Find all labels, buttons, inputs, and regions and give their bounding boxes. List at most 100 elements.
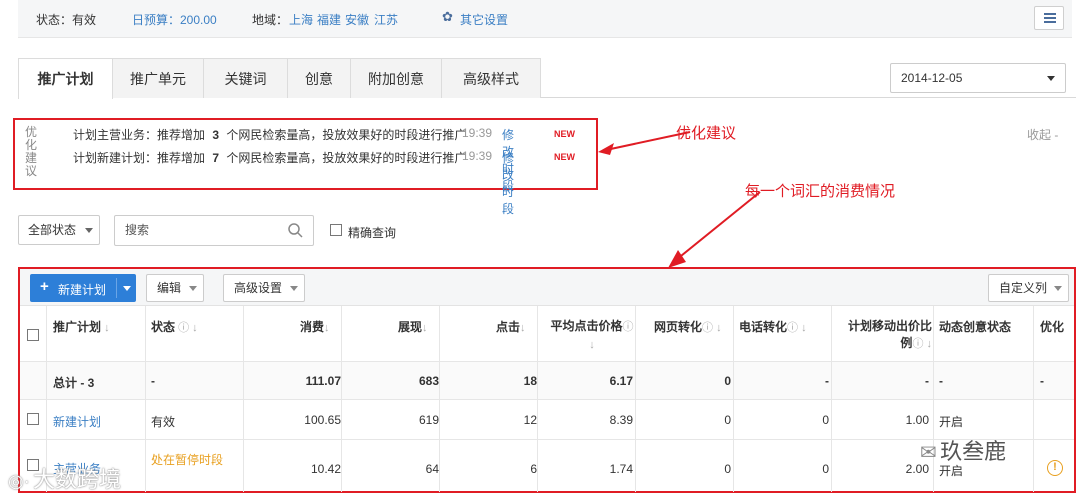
watermark-left: ◎· 大数跨境 bbox=[8, 462, 121, 494]
col-impressions[interactable]: 展现↓ bbox=[398, 318, 428, 335]
plan-dynamic-creative: 开启 bbox=[939, 415, 964, 429]
tab-campaign[interactable]: 推广计划 bbox=[18, 58, 113, 99]
new-plan-button[interactable]: + 新建计划 bbox=[30, 274, 136, 302]
new-badge: NEW bbox=[554, 129, 575, 139]
caret-down-icon bbox=[1054, 286, 1062, 291]
daily-budget[interactable]: 日预算：200.00 bbox=[132, 11, 217, 28]
watermark-logo-icon: ◎· bbox=[8, 471, 30, 491]
annotation-arrow-2 bbox=[668, 191, 761, 268]
table-row: 主营业务 处在暂停时段 10.42 64 6 1.74 0 0 2.00 开启 … bbox=[20, 440, 1074, 492]
suggestion-rest: 个网民检索量高，投放效果好的时段进行推广 bbox=[226, 128, 467, 142]
custom-columns-dropdown[interactable]: 自定义列 bbox=[988, 274, 1069, 302]
row-checkbox[interactable] bbox=[27, 413, 39, 425]
date-select[interactable]: 2014-12-05 bbox=[890, 63, 1066, 93]
caret-down-icon bbox=[85, 228, 93, 233]
suggestion-time: 19:39 bbox=[462, 126, 493, 140]
other-settings-link[interactable]: 其它设置 bbox=[460, 11, 508, 28]
total-dynamic-creative: - bbox=[939, 374, 943, 388]
watermark-left-text: 大数跨境 bbox=[33, 467, 122, 492]
total-impressions: 683 bbox=[418, 374, 439, 388]
advanced-settings-label: 高级设置 bbox=[234, 281, 283, 295]
edit-dropdown[interactable]: 编辑 bbox=[146, 274, 204, 302]
total-optimize: - bbox=[1040, 374, 1044, 388]
col-optimize: 优化 bbox=[1040, 320, 1065, 334]
table-toolbar: + 新建计划 编辑 高级设置 自定义列 bbox=[20, 269, 1074, 306]
plan-status: 状态：有效 bbox=[36, 13, 97, 27]
region-jiangsu[interactable]: 江苏 bbox=[374, 11, 398, 28]
region-anhui[interactable]: 安徽 bbox=[345, 11, 369, 28]
suggestion-row: 计划主营业务：推荐增加 3 个网民检索量高，投放效果好的时段进行推广 19:39… bbox=[73, 126, 575, 193]
col-avg-cpc[interactable]: 平均点击价格ⓘ ↓ bbox=[549, 318, 635, 354]
total-status: - bbox=[151, 374, 155, 388]
warning-icon[interactable]: ! bbox=[1047, 460, 1063, 476]
status-filter-select[interactable]: 全部状态 bbox=[18, 215, 100, 245]
gear-icon[interactable]: ✿ bbox=[442, 9, 453, 25]
col-dynamic-creative: 动态创意状态 bbox=[939, 320, 1012, 334]
plan-avg-cpc: 8.39 bbox=[609, 413, 633, 427]
region-shanghai[interactable]: 上海 bbox=[289, 11, 313, 28]
col-clicks[interactable]: 点击↓ bbox=[496, 318, 526, 335]
collapse-link[interactable]: 收起 - bbox=[1027, 126, 1058, 143]
table-row: 新建计划 有效 100.65 619 12 8.39 0 0 1.00 开启 bbox=[20, 400, 1074, 440]
tab-ad-unit[interactable]: 推广单元 bbox=[112, 58, 204, 98]
suggestion-row: 计划新建计划：推荐增加 7 个网民检索量高，投放效果好的时段进行推广 19:39… bbox=[73, 149, 575, 216]
tab-keyword[interactable]: 关键词 bbox=[203, 58, 288, 98]
region-label: 地域： bbox=[252, 13, 289, 27]
total-phone-conv: - bbox=[825, 374, 829, 388]
table-header: 推广计划 ↓ 状态 ⓘ ↓ 消费↓ 展现↓ 点击↓ 平均点击价格ⓘ ↓ 网页转化… bbox=[20, 306, 1074, 362]
total-row: 总计 - 3 - 111.07 683 18 6.17 0 - - - - bbox=[20, 362, 1074, 400]
col-plan[interactable]: 推广计划 ↓ bbox=[53, 318, 110, 335]
caret-down-icon bbox=[1047, 76, 1055, 81]
plan-clicks: 12 bbox=[523, 413, 537, 427]
suggestion-count: 7 bbox=[212, 151, 220, 165]
plan-phone-conv: 0 bbox=[822, 462, 829, 476]
custom-columns-label: 自定义列 bbox=[999, 281, 1048, 295]
watermark-right-text: 玖叁鹿 bbox=[940, 439, 1007, 464]
plan-web-conv: 0 bbox=[724, 413, 731, 427]
col-web-conv[interactable]: 网页转化ⓘ ↓ bbox=[654, 318, 722, 335]
caret-down-icon bbox=[189, 286, 197, 291]
list-menu-button[interactable] bbox=[1034, 6, 1064, 30]
plus-icon: + bbox=[40, 278, 49, 295]
plan-mobile-ratio[interactable]: 2.00 bbox=[831, 462, 929, 476]
caret-down-icon[interactable] bbox=[123, 286, 131, 291]
plan-mobile-ratio[interactable]: 1.00 bbox=[831, 413, 929, 427]
total-clicks: 18 bbox=[523, 374, 537, 388]
total-web-conv: 0 bbox=[724, 374, 731, 388]
col-cost[interactable]: 消费↓ bbox=[300, 318, 330, 335]
plan-phone-conv: 0 bbox=[822, 413, 829, 427]
edit-label: 编辑 bbox=[157, 281, 182, 295]
tab-extra-creative[interactable]: 附加创意 bbox=[350, 58, 442, 98]
select-all-checkbox[interactable] bbox=[27, 329, 39, 341]
advanced-settings-dropdown[interactable]: 高级设置 bbox=[223, 274, 305, 302]
tab-creative[interactable]: 创意 bbox=[287, 58, 351, 98]
plan-name-link[interactable]: 新建计划 bbox=[53, 413, 101, 430]
suggestion-rest: 个网民检索量高，投放效果好的时段进行推广 bbox=[226, 151, 467, 165]
edit-schedule-link[interactable]: 修改时段 bbox=[502, 149, 514, 217]
region-fujian[interactable]: 福建 bbox=[317, 11, 341, 28]
date-value: 2014-12-05 bbox=[901, 71, 963, 85]
status-filter-label: 全部状态 bbox=[28, 223, 77, 237]
tab-bar: 推广计划 推广单元 关键词 创意 附加创意 高级样式 2014-12-05 bbox=[18, 58, 1076, 99]
plan-status: 有效 bbox=[151, 415, 176, 429]
suggestion-text: 计划主营业务：推荐增加 bbox=[73, 128, 206, 142]
tab-advanced-style[interactable]: 高级样式 bbox=[441, 58, 541, 98]
campaign-table-panel: + 新建计划 编辑 高级设置 自定义列 推广计划 ↓ 状态 ⓘ ↓ 消费↓ 展现… bbox=[18, 267, 1076, 493]
search-input[interactable]: 搜索 bbox=[114, 215, 314, 246]
search-placeholder: 搜索 bbox=[125, 223, 150, 237]
col-status[interactable]: 状态 ⓘ ↓ bbox=[151, 318, 198, 335]
col-mobile-ratio[interactable]: 计划移动出价比例ⓘ ↓ bbox=[846, 318, 932, 353]
exact-query-checkbox[interactable] bbox=[330, 224, 342, 236]
optimize-label: 优化建议 bbox=[25, 125, 38, 178]
plan-cost: 10.42 bbox=[310, 462, 341, 476]
search-icon[interactable] bbox=[288, 223, 303, 238]
plan-impressions: 64 bbox=[425, 462, 439, 476]
status-bar: 状态：有效 日预算：200.00 地域： 上海 福建 安徽 江苏 ✿ 其它设置 bbox=[18, 0, 1072, 38]
wechat-icon: ✉ bbox=[920, 442, 937, 464]
total-cost: 111.07 bbox=[305, 374, 341, 388]
new-plan-label: 新建计划 bbox=[58, 283, 107, 297]
col-phone-conv[interactable]: 电话转化ⓘ ↓ bbox=[739, 318, 807, 335]
annotation-word-cost: 每一个词汇的消费情况 bbox=[745, 183, 896, 200]
total-label: 总计 - 3 bbox=[53, 376, 95, 390]
annotation-optimize: 优化建议 bbox=[676, 125, 737, 142]
